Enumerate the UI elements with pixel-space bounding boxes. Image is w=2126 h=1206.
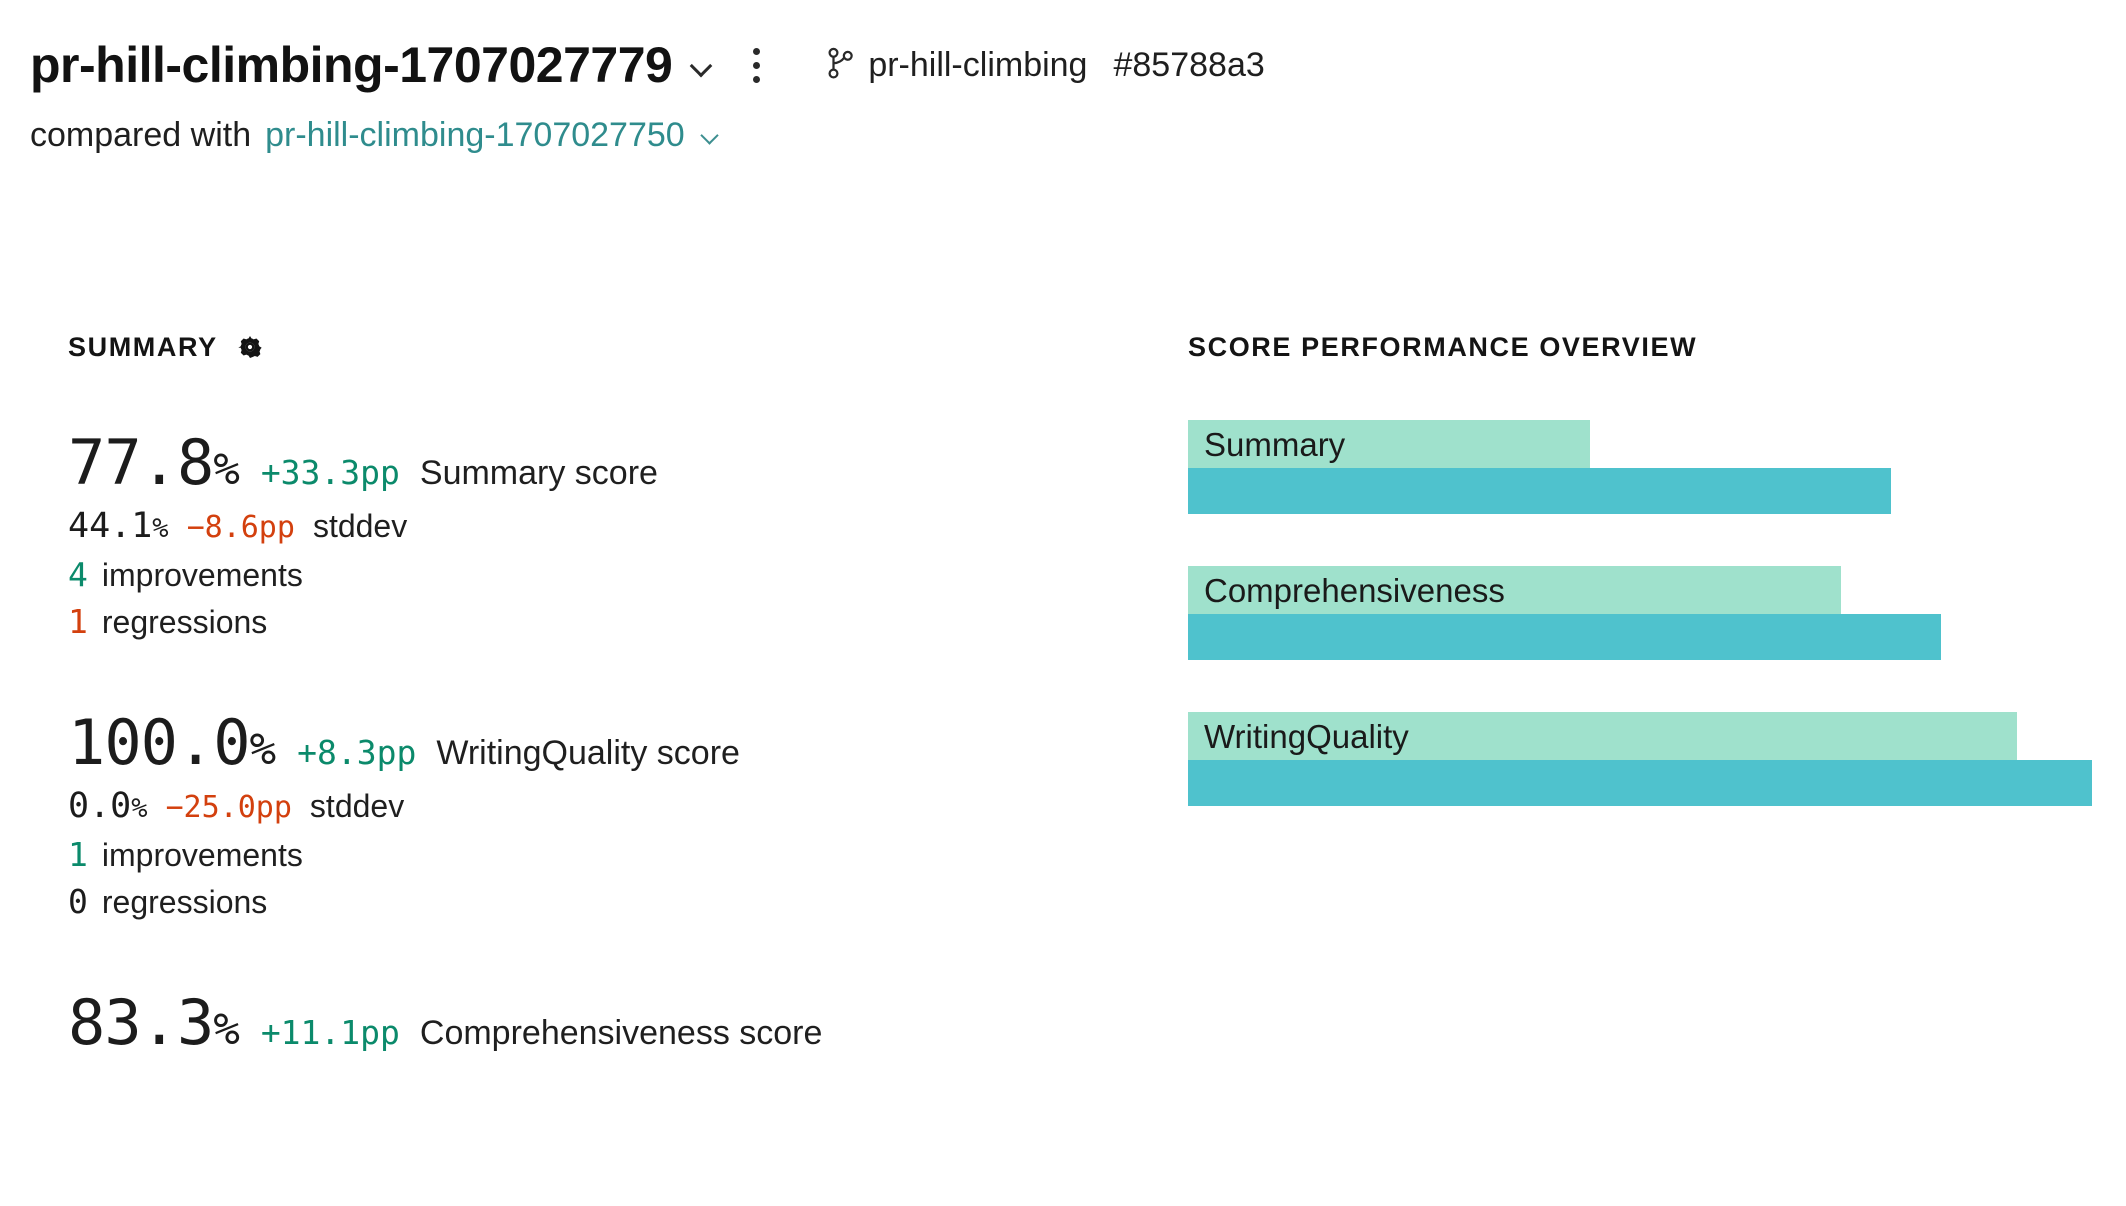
page-header: pr-hill-climbing-1707027779 pr-hill-clim… [30,34,2126,158]
stddev-row: 0.0% −25.0pp stddev [68,789,1128,824]
regressions-row: 1 regressions [68,605,1128,638]
git-branch-icon [826,46,856,85]
stddev-delta: −25.0pp [165,790,292,826]
summary-heading: SUMMARY [68,331,218,362]
summary-heading-row: SUMMARY [68,330,1128,364]
score-delta: +8.3pp [297,733,417,773]
bar-current[interactable] [1188,760,2092,806]
stddev-value: 0.0% [68,786,148,827]
kebab-dot [752,47,760,55]
stddev-delta: −8.6pp [186,510,295,546]
kebab-menu-icon[interactable] [736,43,776,87]
page-title: pr-hill-climbing-1707027779 [30,37,673,93]
score-block-list: 77.8% +33.3pp Summary score 44.1% −8.6pp… [68,430,1128,1055]
score-label: WritingQuality score [436,734,740,773]
stddev-label: stddev [309,788,405,825]
score-value: 83.3% [68,986,240,1060]
stddev-value: 44.1% [68,506,169,547]
bar-label: WritingQuality [1204,717,1409,755]
branch-group: pr-hill-climbing #85788a3 [826,46,1265,85]
chart-heading: SCORE PERFORMANCE OVERVIEW [1188,331,1698,362]
regressions-label: regressions [101,604,268,641]
regressions-count: 1 [68,602,88,642]
regressions-row: 0 regressions [68,885,1128,918]
score-unit: % [213,1004,239,1056]
branch-name[interactable]: pr-hill-climbing [868,48,1087,82]
score-label: Summary score [419,454,658,492]
score-block: 77.8% +33.3pp Summary score 44.1% −8.6pp… [68,430,1128,638]
improvements-label: improvements [101,837,303,874]
score-performance-chart: Summary Comprehensiveness WritingQuality [1188,420,2092,806]
improvements-count: 1 [68,835,88,875]
compared-run-link[interactable]: pr-hill-climbing-1707027750 [265,118,685,152]
bar-baseline[interactable]: WritingQuality [1188,712,2017,760]
commit-sha[interactable]: #85788a3 [1113,48,1264,82]
bar-current[interactable] [1188,614,1942,660]
bar-group-summary: Summary [1188,420,2092,514]
improvements-count: 4 [68,555,88,595]
score-unit: % [213,444,239,495]
bar-current[interactable] [1188,468,1892,514]
chevron-down-icon[interactable] [699,124,721,146]
bar-group-comprehensiveness: Comprehensiveness [1188,566,2092,660]
bar-group-writingquality: WritingQuality [1188,712,2092,806]
bar-label: Comprehensiveness [1204,571,1505,609]
score-block: 100.0% +8.3pp WritingQuality score 0.0% … [68,710,1128,918]
kebab-dot [752,61,760,69]
regressions-label: regressions [101,884,268,921]
score-headline: 77.8% +33.3pp Summary score [68,430,1128,495]
score-delta: +11.1pp [260,1013,400,1053]
score-value: 77.8% [68,426,240,499]
score-label: Comprehensiveness score [419,1014,823,1053]
bar-label: Summary [1204,425,1346,463]
score-headline: 100.0% +8.3pp WritingQuality score [68,710,1128,775]
stddev-row: 44.1% −8.6pp stddev [68,509,1128,544]
improvements-row: 1 improvements [68,838,1128,871]
score-headline: 83.3% +11.1pp Comprehensiveness score [68,990,1128,1055]
score-value: 100.0% [68,706,276,780]
kebab-dot [752,75,760,83]
improvements-label: improvements [101,557,303,594]
compared-with-row: compared with pr-hill-climbing-170702775… [30,112,2126,158]
gear-icon[interactable] [236,333,264,361]
improvements-row: 4 improvements [68,558,1128,591]
score-block: 83.3% +11.1pp Comprehensiveness score [68,990,1128,1055]
regressions-count: 0 [68,882,88,922]
score-performance-panel: SCORE PERFORMANCE OVERVIEW Summary Compr… [1188,330,2092,806]
title-row: pr-hill-climbing-1707027779 pr-hill-clim… [30,34,2126,96]
chevron-down-icon[interactable] [688,52,714,78]
compared-with-label: compared with [30,116,252,154]
bar-baseline[interactable]: Comprehensiveness [1188,566,1841,614]
summary-panel: SUMMARY 77.8% +33.3pp Summary score 44.1… [68,330,1128,1056]
score-delta: +33.3pp [260,453,400,492]
bar-baseline[interactable]: Summary [1188,420,1591,468]
stddev-label: stddev [312,508,408,545]
score-unit: % [249,724,276,776]
